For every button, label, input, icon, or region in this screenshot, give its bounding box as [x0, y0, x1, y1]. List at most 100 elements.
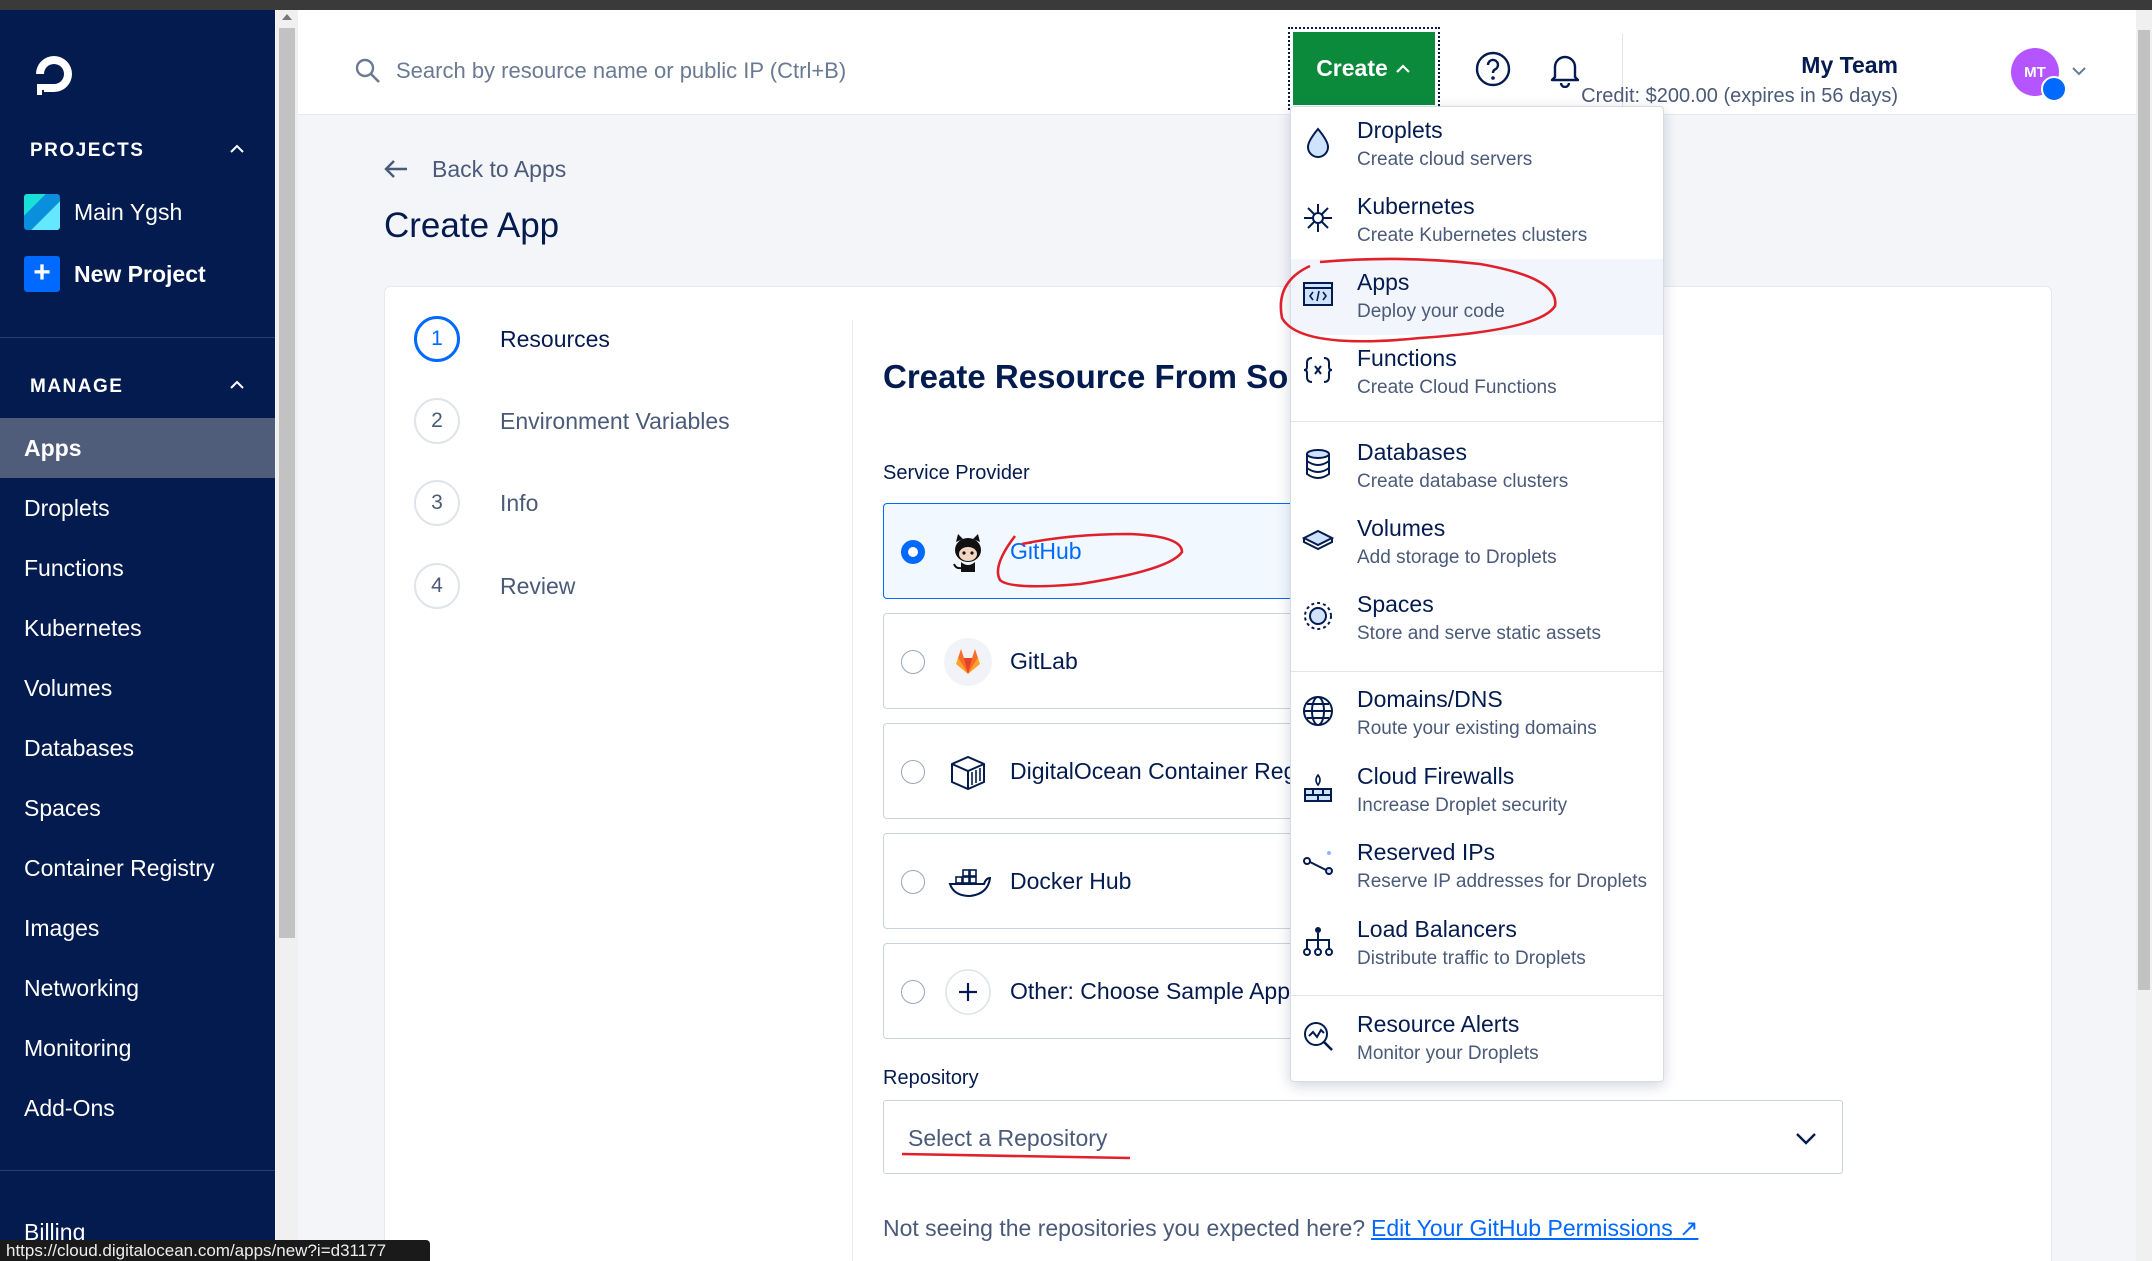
menu-item-resource-alerts[interactable]: Resource Alerts Monitor your Droplets — [1291, 1001, 1663, 1077]
create-menu: Droplets Create cloud servers Kubernetes… — [1290, 106, 1664, 1082]
new-project-label: New Project — [74, 260, 206, 287]
plus-icon: + — [24, 256, 60, 292]
menu-item-reserved-ips[interactable]: Reserved IPs Reserve IP addresses for Dr… — [1291, 829, 1663, 905]
menu-item-title: Functions — [1357, 345, 1457, 371]
menu-item-load-balancers[interactable]: Load Balancers Distribute traffic to Dro… — [1291, 906, 1663, 982]
menu-item-title: Droplets — [1357, 117, 1443, 143]
database-icon — [1306, 449, 1330, 479]
team-badge-icon — [2041, 76, 2067, 102]
menu-item-title: Cloud Firewalls — [1357, 763, 1515, 789]
menu-item-apps[interactable]: Apps Deploy your code — [1291, 259, 1663, 335]
project-main-ygsh[interactable]: Main Ygsh — [24, 194, 182, 230]
menu-item-domains-dns[interactable]: Domains/DNS Route your existing domains — [1291, 676, 1663, 752]
step-review[interactable]: Review — [500, 573, 575, 600]
service-provider-label: Service Provider — [883, 462, 1030, 484]
repository-label: Repository — [883, 1067, 979, 1089]
back-to-apps-link[interactable]: Back to Apps — [432, 156, 566, 183]
menu-item-title: Apps — [1357, 269, 1410, 295]
menu-divider — [1291, 671, 1663, 672]
step-3-number[interactable]: 3 — [414, 480, 460, 526]
menu-item-subtitle: Create cloud servers — [1357, 149, 1533, 170]
gitlab-icon — [944, 638, 992, 686]
sidebar-item-functions[interactable]: Functions — [0, 538, 275, 598]
github-icon — [953, 534, 981, 572]
step-resources[interactable]: Resources — [500, 326, 610, 353]
sidebar-item-images[interactable]: Images — [0, 898, 275, 958]
create-button[interactable]: Create — [1288, 27, 1440, 110]
sidebar-item-spaces[interactable]: Spaces — [0, 778, 275, 838]
scroll-up-arrow-icon[interactable] — [282, 14, 292, 20]
bell-icon[interactable] — [1547, 50, 1583, 88]
chevron-up-icon[interactable] — [226, 374, 248, 396]
menu-item-title: Load Balancers — [1357, 916, 1517, 942]
firewall-icon — [1304, 773, 1332, 802]
provider-sample-app[interactable]: Other: Choose Sample App — [883, 943, 1323, 1039]
provider-do-registry[interactable]: DigitalOcean Container Registry — [883, 723, 1339, 819]
sidebar-item-droplets[interactable]: Droplets — [0, 478, 275, 538]
sidebar-item-kubernetes[interactable]: Kubernetes — [0, 598, 275, 658]
menu-item-volumes[interactable]: Volumes Add storage to Droplets — [1291, 505, 1663, 581]
step-1-number[interactable]: 1 — [414, 316, 460, 362]
sidebar-item-container-registry[interactable]: Container Registry — [0, 838, 275, 898]
repository-select-value: Select a Repository — [908, 1125, 1108, 1151]
link-status-url: https://cloud.digitalocean.com/apps/new?… — [0, 1240, 430, 1261]
menu-item-spaces[interactable]: Spaces Store and serve static assets — [1291, 581, 1663, 657]
step-info[interactable]: Info — [500, 490, 538, 517]
new-project-button[interactable]: + New Project — [24, 256, 206, 292]
help-icon[interactable] — [1474, 50, 1512, 88]
card-divider — [852, 320, 853, 1261]
digitalocean-logo-icon[interactable] — [28, 48, 80, 100]
plus-icon — [945, 969, 991, 1015]
chevron-up-icon — [1396, 63, 1410, 73]
menu-item-functions[interactable]: Functions Create Cloud Functions — [1291, 335, 1663, 411]
provider-docker-hub[interactable]: Docker Hub — [883, 833, 1323, 929]
edit-github-permissions-link[interactable]: Edit Your GitHub Permissions ↗ — [1371, 1215, 1698, 1241]
menu-item-databases[interactable]: Databases Create database clusters — [1291, 429, 1663, 505]
radio-docker-hub[interactable] — [901, 870, 925, 894]
back-arrow-icon[interactable] — [382, 155, 410, 183]
chevron-down-icon[interactable] — [2070, 62, 2088, 80]
sidebar-item-volumes[interactable]: Volumes — [0, 658, 275, 718]
menu-item-kubernetes[interactable]: Kubernetes Create Kubernetes clusters — [1291, 183, 1663, 259]
kubernetes-icon — [1304, 204, 1332, 232]
menu-item-title: Spaces — [1357, 591, 1434, 617]
sidebar-item-add-ons[interactable]: Add-Ons — [0, 1078, 275, 1138]
sidebar-item-networking[interactable]: Networking — [0, 958, 275, 1018]
sidebar-divider — [0, 1170, 275, 1171]
scrollbar-thumb[interactable] — [2138, 30, 2150, 990]
globe-icon — [1303, 696, 1333, 726]
radio-github[interactable] — [901, 540, 925, 564]
team-name[interactable]: My Team — [1801, 52, 1898, 79]
provider-github[interactable]: GitHub — [883, 503, 1323, 599]
menu-item-subtitle: Route your existing domains — [1357, 718, 1597, 739]
page-scrollbar[interactable] — [2136, 10, 2152, 1261]
menu-item-droplets[interactable]: Droplets Create cloud servers — [1291, 107, 1663, 183]
search-input[interactable] — [396, 54, 996, 88]
chevron-up-icon[interactable] — [226, 138, 248, 160]
sidebar-scrollbar[interactable] — [276, 10, 298, 1261]
volume-icon — [1301, 529, 1335, 551]
provider-gitlab[interactable]: GitLab — [883, 613, 1323, 709]
step-2-number[interactable]: 2 — [414, 398, 460, 444]
sidebar-item-databases[interactable]: Databases — [0, 718, 275, 778]
radio-gitlab[interactable] — [901, 650, 925, 674]
sidebar-item-apps[interactable]: Apps — [0, 418, 275, 478]
step-4-number[interactable]: 4 — [414, 563, 460, 609]
repository-select[interactable]: Select a Repository — [883, 1100, 1843, 1174]
search-icon — [355, 58, 380, 83]
menu-item-title: Reserved IPs — [1357, 839, 1496, 865]
menu-item-cloud-firewalls[interactable]: Cloud Firewalls Increase Droplet securit… — [1291, 753, 1663, 829]
sidebar-item-monitoring[interactable]: Monitoring — [0, 1018, 275, 1078]
step-environment-variables[interactable]: Environment Variables — [500, 408, 730, 435]
menu-item-title: Resource Alerts — [1357, 1011, 1520, 1037]
radio-do-registry[interactable] — [901, 760, 925, 784]
scrollbar-thumb[interactable] — [279, 28, 295, 938]
menu-item-subtitle: Deploy your code — [1357, 301, 1505, 322]
radio-sample-app[interactable] — [901, 980, 925, 1004]
menu-item-subtitle: Increase Droplet security — [1357, 795, 1568, 816]
credit-balance: Credit: $200.00 (expires in 56 days) — [1581, 85, 1898, 107]
menu-item-subtitle: Monitor your Droplets — [1357, 1043, 1539, 1064]
project-label: Main Ygsh — [74, 198, 183, 225]
functions-icon — [1303, 357, 1333, 383]
menu-item-subtitle: Create Kubernetes clusters — [1357, 225, 1588, 246]
